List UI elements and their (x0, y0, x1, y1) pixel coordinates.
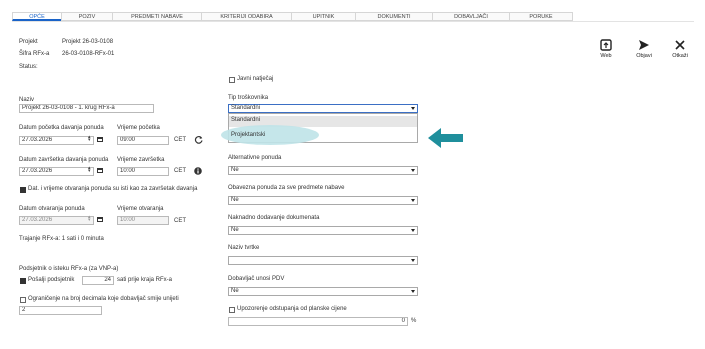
calendar-icon (97, 217, 103, 222)
upoz-unit: % (411, 318, 417, 324)
javni-checkbox[interactable] (229, 77, 235, 83)
alt-select[interactable]: Ne (228, 166, 418, 175)
web-icon (600, 39, 612, 51)
alt-label: Alternativne ponuda (228, 155, 282, 161)
end-time-input[interactable]: 10:00 (117, 167, 169, 176)
calendar-icon[interactable] (97, 168, 103, 173)
upoz-label: Upozorenje odstupanja od planske cijene (237, 306, 347, 312)
alt-select-value: Ne (231, 167, 239, 173)
otkazi-label: Otkaži (672, 53, 688, 59)
start-date-stepper[interactable]: ▴ ▾ (88, 135, 91, 143)
tab-dobavljaci[interactable]: DOBAVLJAČI (432, 12, 510, 21)
naziv-tvrtke-select[interactable] (228, 256, 418, 265)
start-date-label: Datum početka davanja ponuda (19, 125, 104, 131)
duration-text: Trajanje RFx-a: 1 sati i 0 minuta (19, 236, 104, 242)
tab-poziv[interactable]: POZIV (61, 12, 113, 21)
reminder-suffix: sati prije kraja RFx-a (117, 277, 173, 283)
upoz-input[interactable]: 0 (228, 317, 408, 326)
nak-select[interactable]: Ne (228, 226, 418, 235)
tab-opce[interactable]: OPĆE (12, 12, 62, 21)
reminder-label: Podsjetnik o isteku RFx-a (za VNP-a) (19, 266, 119, 272)
same-as-end-label: Dat. i vrijeme otvaranja ponuda su isti … (28, 186, 198, 192)
reminder-checkbox[interactable] (20, 278, 26, 284)
tip-option-projektantski[interactable]: Projektantski (229, 132, 267, 139)
decimals-label: Ograničenje na broj decimala koje dobavl… (28, 296, 179, 302)
chevron-down-icon (411, 169, 415, 172)
end-tz: CET (174, 168, 186, 174)
open-tz: CET (174, 218, 186, 224)
otkazi-button[interactable]: Otkaži (666, 38, 694, 62)
tip-label: Tip troškovnika (228, 95, 269, 101)
calendar-icon[interactable] (97, 137, 103, 142)
naziv-tvrtke-label: Naziv tvrtke (228, 245, 260, 251)
start-time-input[interactable]: 09:00 (117, 136, 169, 145)
end-date-input[interactable]: 27.03.2026 (19, 167, 94, 176)
start-tz: CET (174, 137, 186, 143)
objavi-label: Objavi (636, 53, 652, 59)
open-date-label: Datum otvaranja ponuda (19, 206, 85, 212)
project-value: Projekt 26-03-0108 (62, 39, 114, 45)
end-date-label: Datum završetka davanja ponuda (19, 157, 109, 163)
send-icon (639, 40, 649, 50)
tab-upitnik[interactable]: UPITNIK (291, 12, 356, 21)
tab-bar: OPĆE POZIV PREDMETI NABAVE KRITERIJI ODA… (12, 12, 573, 21)
end-time-label: Vrijeme završetka (117, 157, 165, 163)
naziv-input[interactable]: Projekt 26-03-0108 - 1. krug RFx-a (19, 104, 154, 113)
pdv-select-value: Ne (231, 288, 239, 294)
chevron-down-icon (411, 107, 415, 110)
naziv-label: Naziv (19, 97, 35, 103)
open-time-input: 10:00 (117, 216, 169, 225)
reminder-checkbox-label: Pošalji podsjetnik (28, 277, 75, 283)
rfx-code-value: 26-03-0108-RFx-01 (62, 51, 115, 57)
tab-poruke[interactable]: PORUKE (509, 12, 573, 21)
tip-select[interactable]: Standardni (228, 104, 418, 113)
info-icon[interactable] (194, 167, 202, 175)
tab-dokumenti[interactable]: DOKUMENTI (355, 12, 433, 21)
project-label: Projekt (19, 39, 38, 45)
tab-divider (12, 21, 694, 22)
start-date-input[interactable]: 27.03.2026 (19, 136, 94, 145)
open-time-label: Vrijeme otvaranja (117, 206, 164, 212)
pdv-select[interactable]: Ne (228, 287, 418, 296)
chevron-down-icon (411, 259, 415, 262)
chevron-down-icon (411, 290, 415, 293)
tip-select-value: Standardni (231, 105, 261, 111)
decimals-checkbox[interactable] (20, 297, 26, 303)
objavi-button[interactable]: Objavi (630, 38, 658, 62)
chevron-down-icon (411, 199, 415, 202)
nak-label: Naknadno dodavanje dokumenata (228, 215, 320, 221)
end-date-stepper[interactable]: ▴ ▾ (88, 166, 91, 174)
web-button[interactable]: Web (592, 38, 620, 62)
upoz-checkbox[interactable] (229, 307, 235, 313)
tab-kriteriji-odabira[interactable]: KRITERIJI ODABIRA (201, 12, 292, 21)
refresh-icon[interactable] (194, 135, 203, 144)
reminder-hours-input[interactable]: 24 (82, 276, 114, 285)
obv-select-value: Ne (231, 197, 239, 203)
obv-label: Obavezna ponuda za sve predmete nabave (228, 185, 345, 191)
start-time-label: Vrijeme početka (117, 125, 160, 131)
web-label: Web (600, 53, 612, 59)
same-as-end-checkbox[interactable] (20, 187, 26, 193)
status-label: Status: (19, 64, 38, 70)
arrow-left-icon (428, 128, 463, 148)
open-date-stepper: ▴ ▾ (88, 214, 91, 223)
open-date-input: 27.03.2026 (19, 216, 94, 225)
tab-predmeti-nabave[interactable]: PREDMETI NABAVE (112, 12, 202, 21)
obv-select[interactable]: Ne (228, 196, 418, 205)
tip-dropdown-list: Standardni Projektantski (221, 113, 418, 145)
pdv-label: Dobavljač unosi PDV (228, 276, 285, 282)
decimals-input[interactable]: 2 (19, 306, 102, 315)
nak-select-value: Ne (231, 227, 239, 233)
chevron-down-icon (411, 229, 415, 232)
rfx-code-label: Šifra RFx-a (19, 51, 50, 57)
javni-label: Javni natječaj (237, 76, 274, 82)
close-icon (675, 40, 685, 50)
